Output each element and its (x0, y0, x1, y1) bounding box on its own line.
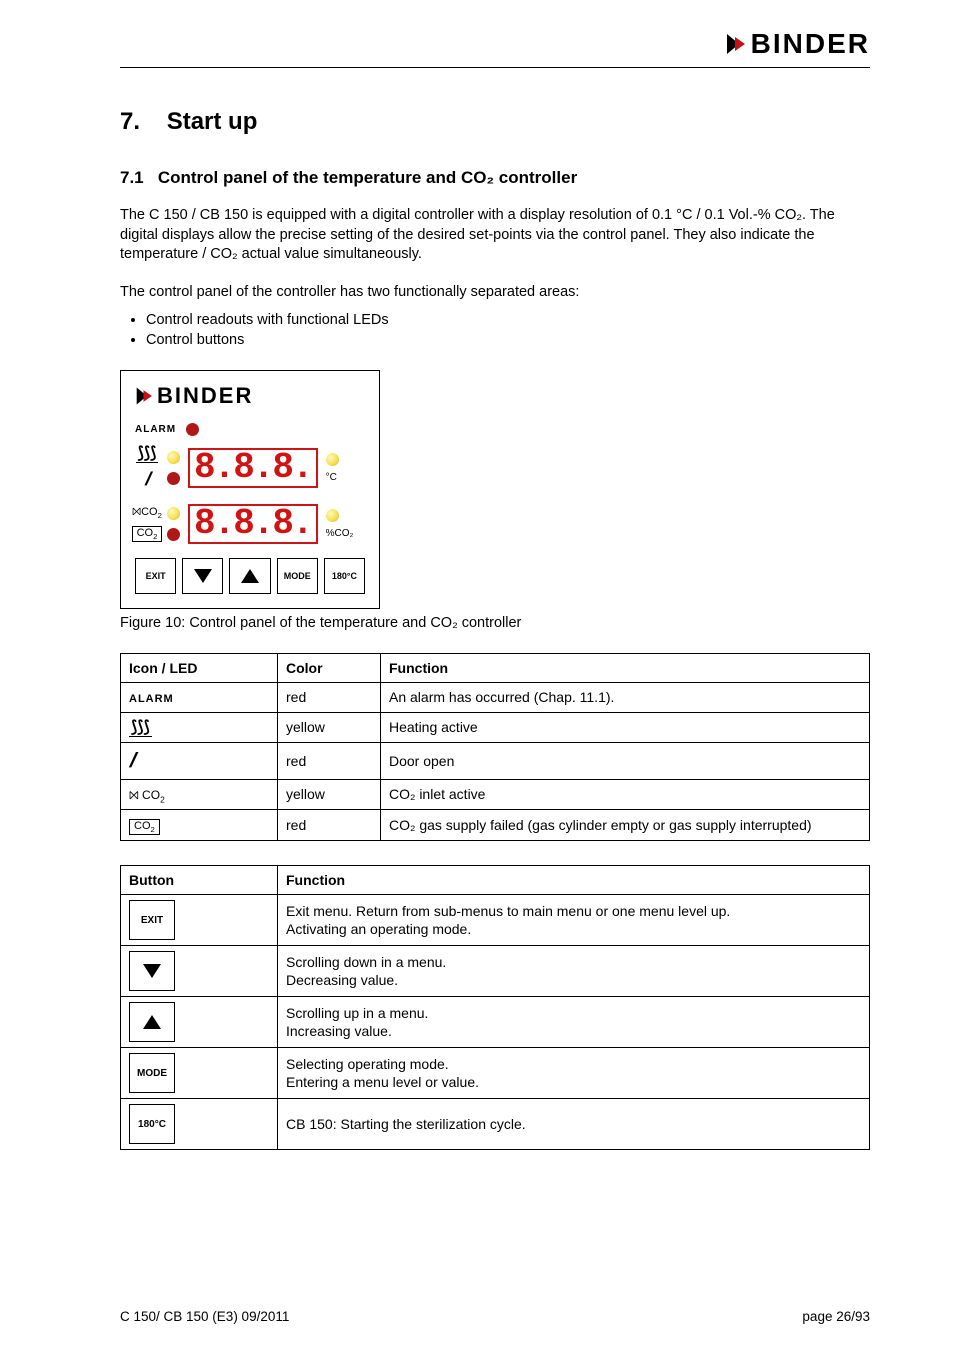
up-arrow-icon (241, 569, 259, 583)
t2-func: Scrolling down in a menu. Decreasing val… (278, 946, 870, 997)
t1-header-color: Color (278, 654, 381, 683)
down-arrow-icon (194, 569, 212, 583)
t2-func: Scrolling up in a menu. Increasing value… (278, 997, 870, 1048)
t1-header-function: Function (381, 654, 870, 683)
unit-celsius: °C (326, 472, 337, 483)
table-row: Scrolling up in a menu. Increasing value… (121, 997, 870, 1048)
table-row: MODE Selecting operating mode. Entering … (121, 1048, 870, 1099)
co2-display: 8.8.8. (188, 504, 318, 544)
co2-gas-icon: CO2 (129, 819, 160, 835)
t1-color: red (278, 683, 381, 712)
door-icon: 𝑙 (129, 750, 134, 772)
t1-func: An alarm has occurred (Chap. 11.1). (381, 683, 870, 712)
heating-led-icon (167, 451, 180, 464)
panel-exit-button[interactable]: EXIT (135, 558, 176, 594)
t1-color: red (278, 742, 381, 779)
up-button-sample (129, 1002, 175, 1042)
heating-icon: ⟆⟆⟆ (136, 446, 159, 463)
intro-paragraph-1: The C 150 / CB 150 is equipped with a di… (120, 206, 870, 265)
intro-paragraph-2: The control panel of the controller has … (120, 283, 870, 303)
panel-steri-button[interactable]: 180°C (324, 558, 365, 594)
temp-unit-led-icon (326, 453, 339, 466)
co2-gas-led-icon (167, 528, 180, 541)
panel-down-button[interactable] (182, 558, 223, 594)
alarm-led-icon (186, 423, 199, 436)
controller-panel-figure: BINDER ALARM ⟆⟆⟆ 𝑙 8.8.8. °C (120, 370, 870, 609)
t1-func: Door open (381, 742, 870, 779)
co2-readout: ⨝CO2 CO2 8.8.8. %CO₂ (135, 504, 365, 544)
t1-color: red (278, 810, 381, 841)
t2-header-function: Function (278, 866, 870, 895)
t2-func: CB 150: Starting the sterilization cycle… (278, 1099, 870, 1150)
t1-func: CO₂ gas supply failed (gas cylinder empt… (381, 810, 870, 841)
table-row: ⨝ CO2 yellow CO₂ inlet active (121, 779, 870, 809)
t1-color: yellow (278, 779, 381, 809)
down-arrow-icon (143, 964, 161, 978)
t1-header-icon: Icon / LED (121, 654, 278, 683)
panel-up-button[interactable] (229, 558, 270, 594)
button-function-table: Button Function EXIT Exit menu. Return f… (120, 865, 870, 1150)
subsection-heading: 7.1 Control panel of the temperature and… (120, 168, 870, 188)
panel-mode-button[interactable]: MODE (277, 558, 318, 594)
t2-header-button: Button (121, 866, 278, 895)
up-arrow-icon (143, 1015, 161, 1029)
co2-inlet-icon: ⨝CO2 (132, 506, 162, 520)
table-row: 𝑙 red Door open (121, 742, 870, 779)
co2-gas-icon: CO2 (132, 526, 163, 542)
brand-name: BINDER (751, 28, 870, 60)
header-divider (120, 67, 870, 68)
alarm-text: ALARM (129, 693, 174, 705)
mode-button-sample: MODE (129, 1053, 175, 1093)
table-row: ⟆⟆⟆ yellow Heating active (121, 712, 870, 742)
t2-func: Exit menu. Return from sub-menus to main… (278, 895, 870, 946)
intro-bullets: Control readouts with functional LEDs Co… (146, 312, 870, 348)
t2-func: Selecting operating mode. Entering a men… (278, 1048, 870, 1099)
t1-color: yellow (278, 712, 381, 742)
heating-icon: ⟆⟆⟆ (129, 720, 152, 737)
t1-func: Heating active (381, 712, 870, 742)
icon-led-table: Icon / LED Color Function ALARM red An a… (120, 653, 870, 841)
binder-chevron-icon (135, 385, 157, 407)
bullet-item: Control readouts with functional LEDs (146, 312, 870, 328)
co2-inlet-led-icon (167, 507, 180, 520)
temperature-readout: ⟆⟆⟆ 𝑙 8.8.8. °C (135, 446, 365, 490)
binder-chevron-icon (725, 31, 751, 57)
co2-inlet-icon: ⨝ CO2 (129, 788, 165, 802)
footer-left: C 150/ CB 150 (E3) 09/2011 (120, 1309, 289, 1324)
co2-unit-led-icon (326, 509, 339, 522)
footer-right: page 26/93 (802, 1309, 870, 1324)
table-row: Scrolling down in a menu. Decreasing val… (121, 946, 870, 997)
panel-alarm-label: ALARM (135, 424, 176, 435)
door-led-icon (167, 472, 180, 485)
exit-button-sample: EXIT (129, 900, 175, 940)
t1-func: CO₂ inlet active (381, 779, 870, 809)
table-row: 180°C CB 150: Starting the sterilization… (121, 1099, 870, 1150)
table-row: ALARM red An alarm has occurred (Chap. 1… (121, 683, 870, 712)
steri-button-sample: 180°C (129, 1104, 175, 1144)
temperature-display: 8.8.8. (188, 448, 318, 488)
table-row: EXIT Exit menu. Return from sub-menus to… (121, 895, 870, 946)
brand-logo-top: BINDER (120, 28, 870, 61)
unit-co2: %CO₂ (326, 528, 354, 539)
page-footer: C 150/ CB 150 (E3) 09/2011 page 26/93 (120, 1309, 870, 1324)
table-row: CO2 red CO₂ gas supply failed (gas cylin… (121, 810, 870, 841)
figure-caption: Figure 10: Control panel of the temperat… (120, 615, 870, 631)
down-button-sample (129, 951, 175, 991)
section-heading: 7. Start up (120, 108, 870, 136)
door-icon: 𝑙 (145, 469, 150, 490)
bullet-item: Control buttons (146, 332, 870, 348)
